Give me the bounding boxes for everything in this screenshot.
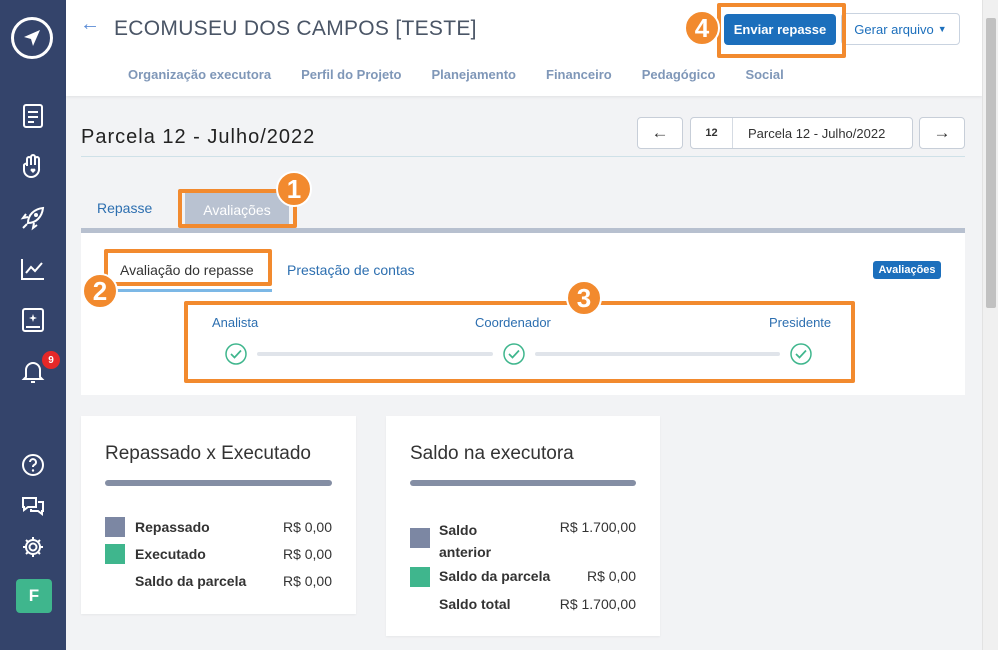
- chart-line-icon[interactable]: [19, 255, 47, 283]
- row-value: R$ 1.700,00: [559, 519, 636, 535]
- sidebar: 9 F: [0, 0, 66, 650]
- row-label: Saldo anterior: [439, 522, 492, 560]
- project-title: ECOMUSEU DOS CAMPOS [TESTE]: [114, 17, 477, 40]
- highlight-box-4: [717, 3, 846, 58]
- annotation-number-3: 3: [566, 280, 602, 316]
- hand-heart-icon[interactable]: [19, 153, 47, 181]
- subtab-active-indicator: [107, 289, 272, 292]
- row-value: R$ 0,00: [282, 546, 332, 562]
- prev-parcela-button[interactable]: ←: [637, 117, 683, 149]
- avaliacoes-badge: Avaliações: [873, 261, 941, 279]
- rocket-icon[interactable]: [19, 204, 47, 232]
- subtab-prestacao-contas[interactable]: Prestação de contas: [287, 262, 415, 278]
- legend-square-executado: [105, 544, 125, 564]
- parcela-title: Parcela 12 - Julho/2022: [81, 126, 316, 148]
- generate-file-label: Gerar arquivo: [854, 21, 934, 37]
- caret-down-icon: ▼: [937, 24, 947, 34]
- card-title: Saldo na executora: [410, 443, 574, 464]
- row-label: Repassado: [135, 519, 210, 535]
- nav-social[interactable]: Social: [745, 67, 783, 82]
- notification-badge: 9: [42, 351, 60, 369]
- arrow-right-icon: →: [933, 123, 951, 142]
- scrollbar-thumb[interactable]: [986, 18, 996, 308]
- back-arrow-icon[interactable]: ←: [80, 13, 100, 36]
- nav-perfil[interactable]: Perfil do Projeto: [301, 67, 401, 82]
- annotation-number-4: 4: [684, 10, 720, 46]
- row-value: R$ 0,00: [282, 573, 332, 589]
- card-title: Repassado x Executado: [105, 443, 311, 464]
- card-bar: [410, 480, 636, 486]
- legend-square-saldo-parcela: [410, 567, 430, 587]
- nav-pedagogico[interactable]: Pedagógico: [642, 67, 716, 82]
- parcela-number: 12: [691, 118, 733, 148]
- annotation-number-1: 1: [276, 171, 312, 207]
- tab-repasse[interactable]: Repasse: [97, 200, 152, 216]
- project-nav: Organização executora Perfil do Projeto …: [128, 67, 814, 82]
- app-logo[interactable]: [11, 17, 53, 59]
- gear-icon[interactable]: [19, 533, 47, 561]
- nav-financeiro[interactable]: Financeiro: [546, 67, 612, 82]
- nav-organizacao[interactable]: Organização executora: [128, 67, 271, 82]
- row-value: R$ 0,00: [282, 519, 332, 535]
- highlight-box-3: [184, 301, 855, 383]
- arrow-left-icon: ←: [651, 123, 669, 142]
- next-parcela-button[interactable]: →: [919, 117, 965, 149]
- document-icon[interactable]: [19, 102, 47, 130]
- scrollbar[interactable]: [982, 0, 998, 650]
- user-avatar[interactable]: F: [16, 579, 52, 613]
- legend-square-saldo-anterior: [410, 528, 430, 548]
- legend-square-repassado: [105, 517, 125, 537]
- book-icon[interactable]: [19, 306, 47, 334]
- chat-icon[interactable]: [19, 492, 47, 520]
- row-value: R$ 1.700,00: [559, 596, 636, 612]
- generate-file-button[interactable]: Gerar arquivo ▼: [841, 13, 960, 45]
- divider: [81, 156, 965, 157]
- row-label: Saldo da parcela: [439, 568, 551, 584]
- parcela-select[interactable]: 12 Parcela 12 - Julho/2022: [690, 117, 913, 149]
- card-bar: [105, 480, 332, 486]
- row-label: Saldo da parcela: [135, 573, 247, 589]
- row-label: Executado: [135, 546, 206, 562]
- nav-planejamento[interactable]: Planejamento: [431, 67, 516, 82]
- parcela-select-label: Parcela 12 - Julho/2022: [748, 125, 886, 141]
- annotation-number-2: 2: [82, 273, 118, 309]
- highlight-box-2: [104, 249, 272, 286]
- row-value: R$ 0,00: [586, 568, 636, 584]
- row-label: Saldo total: [439, 596, 511, 612]
- help-icon[interactable]: [19, 451, 47, 479]
